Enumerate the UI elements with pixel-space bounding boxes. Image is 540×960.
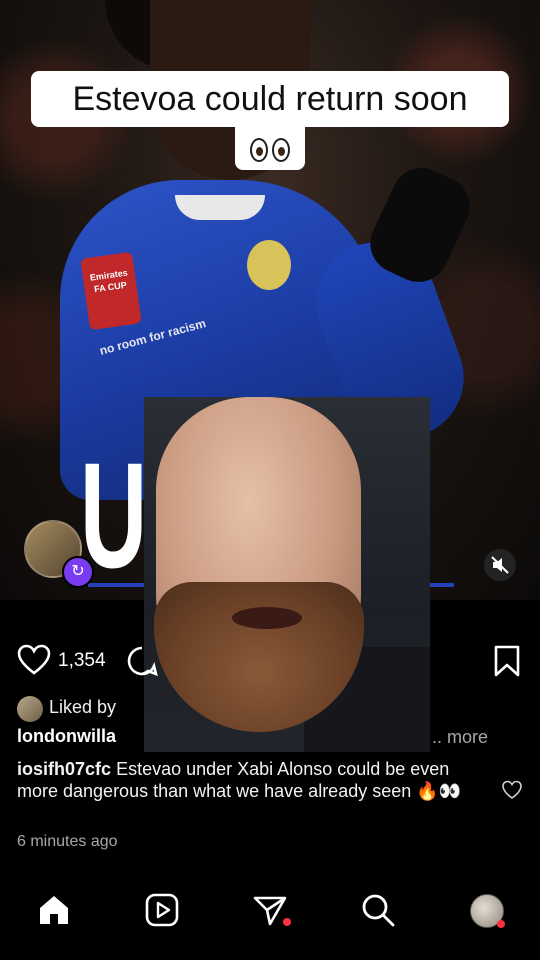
collab-repost-icon[interactable]: ↻ [62,556,94,588]
reels-icon[interactable] [142,890,182,930]
eye-icon [272,138,290,163]
mute-button[interactable] [484,549,516,581]
action-bar: 1,354 [0,640,540,680]
mouth [232,607,302,629]
profile-notification-dot [497,920,505,928]
comment-icon[interactable] [126,645,158,677]
comment-emojis: 🔥👀 [416,781,462,801]
comment-username[interactable]: iosifh07cfc [17,759,111,779]
like-count[interactable]: 1,354 [58,650,106,672]
gold-badge [247,240,291,290]
liked-by-avatar [17,696,43,722]
fa-cup-badge: Emirates FA CUP [80,251,142,331]
search-icon[interactable] [358,890,398,930]
speaker-muted-icon [491,556,509,574]
liked-by-text: Liked by [49,697,117,717]
eyes-emoji [235,126,305,170]
bookmark-icon[interactable] [493,645,521,677]
eye-icon [250,138,268,163]
caption: londonwilla [17,726,116,747]
bottom-nav [0,880,540,960]
facecam-overlay [144,397,430,752]
messages-notification-dot [283,918,291,926]
timestamp: 6 minutes ago [17,833,118,850]
home-icon[interactable] [34,890,74,930]
heart-icon[interactable] [17,644,51,676]
more-link[interactable]: .. more [432,727,488,748]
overlay-title: Estevoa could return soon [31,71,509,127]
jersey-collar [175,195,265,220]
caption-username[interactable]: londonwilla [17,726,116,746]
comment: iosifh07cfc Estevao under Xabi Alonso co… [17,758,477,802]
comment-heart-icon[interactable] [502,780,522,800]
